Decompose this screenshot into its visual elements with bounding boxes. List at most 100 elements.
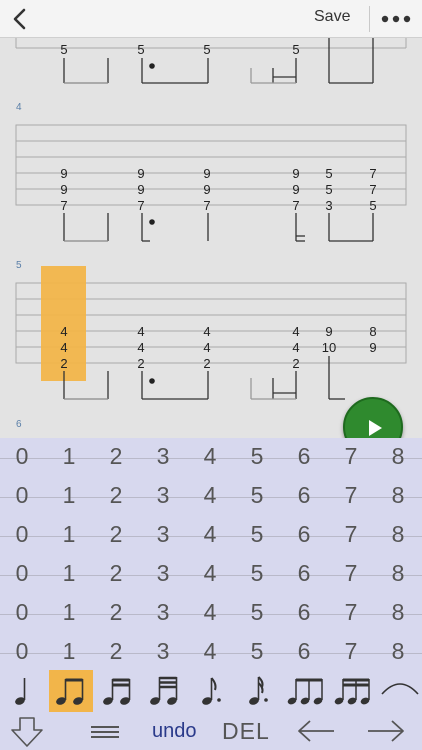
fret-key-3[interactable]: 3 [148,443,178,470]
duration-button-dotted-eighth[interactable] [190,670,234,712]
fret-key-2[interactable]: 2 [101,443,131,470]
fret-key-7[interactable]: 7 [336,560,366,587]
fret-number[interactable]: 7 [203,198,210,213]
fret-key-8[interactable]: 8 [383,443,413,470]
down-arrow-button[interactable] [8,716,46,750]
fret-number[interactable]: 4 [203,324,210,339]
fret-number[interactable]: 2 [60,356,67,371]
staff-lines-button[interactable] [90,724,120,745]
back-button[interactable] [8,5,32,33]
fret-key-0[interactable]: 0 [7,443,37,470]
fret-key-3[interactable]: 3 [148,521,178,548]
fret-number[interactable]: 5 [203,42,210,57]
fret-number[interactable]: 9 [292,182,299,197]
cursor-right-button[interactable] [366,718,406,749]
fret-key-2[interactable]: 2 [101,638,131,665]
fret-key-0[interactable]: 0 [7,521,37,548]
fret-number[interactable]: 4 [292,324,299,339]
duration-button-eighth-notes[interactable] [49,670,93,712]
fret-key-6[interactable]: 6 [289,521,319,548]
fret-number[interactable]: 9 [203,166,210,181]
fret-number[interactable]: 7 [369,182,376,197]
fret-number[interactable]: 4 [137,340,144,355]
duration-button-thirtysecond-notes[interactable] [143,670,187,712]
fret-key-4[interactable]: 4 [195,560,225,587]
fret-key-2[interactable]: 2 [101,560,131,587]
fret-number[interactable]: 7 [137,198,144,213]
fret-number[interactable]: 9 [292,166,299,181]
fret-key-5[interactable]: 5 [242,560,272,587]
fret-key-7[interactable]: 7 [336,599,366,626]
fret-key-1[interactable]: 1 [54,560,84,587]
fret-key-4[interactable]: 4 [195,482,225,509]
fret-key-4[interactable]: 4 [195,443,225,470]
fret-key-4[interactable]: 4 [195,521,225,548]
fret-number[interactable]: 4 [137,324,144,339]
fret-number[interactable]: 9 [325,324,332,339]
fret-number[interactable]: 4 [292,340,299,355]
fret-number[interactable]: 9 [203,182,210,197]
fret-key-5[interactable]: 5 [242,521,272,548]
fret-number[interactable]: 7 [60,198,67,213]
fret-key-0[interactable]: 0 [7,638,37,665]
fret-number[interactable]: 8 [369,324,376,339]
fret-key-1[interactable]: 1 [54,599,84,626]
fret-number[interactable]: 7 [292,198,299,213]
fret-key-5[interactable]: 5 [242,482,272,509]
fret-key-3[interactable]: 3 [148,638,178,665]
fret-number[interactable]: 9 [369,340,376,355]
fret-key-8[interactable]: 8 [383,521,413,548]
fret-number[interactable]: 7 [369,166,376,181]
duration-button-dotted-sixteenth[interactable] [237,670,281,712]
fret-number[interactable]: 2 [203,356,210,371]
fret-number[interactable]: 5 [60,42,67,57]
fret-key-1[interactable]: 1 [54,521,84,548]
fret-number[interactable]: 10 [322,340,336,355]
fret-key-3[interactable]: 3 [148,560,178,587]
fret-key-5[interactable]: 5 [242,599,272,626]
tab-score[interactable]: 5555 4 997997997997553775 5 4 4 2 4 4 2 … [0,38,422,438]
fret-number[interactable]: 5 [369,198,376,213]
duration-button-sixteenth-notes[interactable] [96,670,140,712]
fret-number[interactable]: 2 [292,356,299,371]
fret-key-7[interactable]: 7 [336,443,366,470]
fret-number[interactable]: 2 [137,356,144,371]
fret-key-8[interactable]: 8 [383,560,413,587]
fret-number[interactable]: 9 [60,166,67,181]
fret-key-8[interactable]: 8 [383,599,413,626]
fret-number[interactable]: 9 [137,166,144,181]
fret-key-1[interactable]: 1 [54,443,84,470]
fret-key-1[interactable]: 1 [54,482,84,509]
duration-button-triplet-eighths[interactable] [284,670,328,712]
save-button[interactable]: Save [314,8,350,26]
fret-key-7[interactable]: 7 [336,482,366,509]
fret-key-0[interactable]: 0 [7,482,37,509]
fret-key-6[interactable]: 6 [289,638,319,665]
fret-key-4[interactable]: 4 [195,638,225,665]
delete-button[interactable]: DEL [222,718,270,745]
fret-key-5[interactable]: 5 [242,638,272,665]
fret-key-7[interactable]: 7 [336,638,366,665]
cursor-left-button[interactable] [296,718,336,749]
fret-number[interactable]: 4 [60,340,67,355]
fret-key-2[interactable]: 2 [101,521,131,548]
fret-key-6[interactable]: 6 [289,599,319,626]
fret-key-1[interactable]: 1 [54,638,84,665]
fret-key-7[interactable]: 7 [336,521,366,548]
undo-button[interactable]: undo [152,720,197,743]
fret-key-6[interactable]: 6 [289,482,319,509]
fret-number[interactable]: 9 [137,182,144,197]
more-button[interactable] [380,8,412,30]
fret-key-2[interactable]: 2 [101,599,131,626]
fret-number[interactable]: 4 [60,324,67,339]
fret-number[interactable]: 5 [292,42,299,57]
fret-key-6[interactable]: 6 [289,443,319,470]
fret-key-8[interactable]: 8 [383,482,413,509]
fret-number[interactable]: 5 [325,166,332,181]
fret-key-3[interactable]: 3 [148,482,178,509]
duration-button-quarter-note[interactable] [2,670,46,712]
fret-number[interactable]: 5 [137,42,144,57]
fret-key-0[interactable]: 0 [7,560,37,587]
fret-number[interactable]: 9 [60,182,67,197]
fret-number[interactable]: 5 [325,182,332,197]
